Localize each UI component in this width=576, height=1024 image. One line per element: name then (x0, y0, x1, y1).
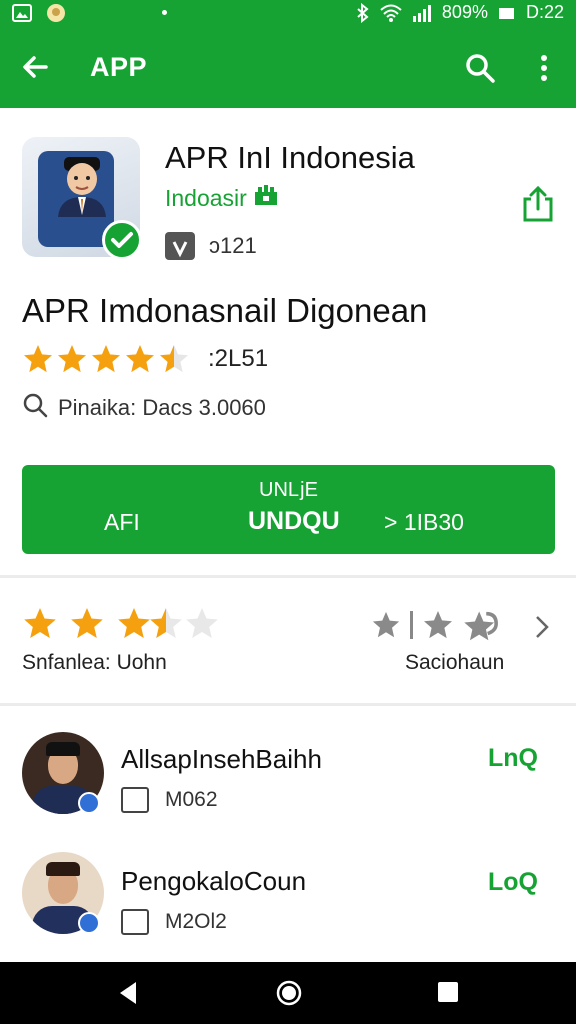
verified-check-icon (102, 220, 142, 260)
app-title: APR InI Indonesia (165, 140, 415, 175)
content-rating-row: ɔ121 (165, 232, 257, 260)
share-icon[interactable] (521, 185, 555, 223)
magnifier-icon (22, 392, 48, 424)
list-item-meta-value: M2Ol2 (165, 910, 227, 933)
status-bar: 809% D:22 (0, 0, 576, 26)
signal-icon (412, 4, 432, 22)
info-row: Pinaika: Dacs 3.0060 (22, 392, 266, 424)
install-top-label: UNǈE (259, 479, 318, 501)
list-item-action-button[interactable]: LoQ (488, 868, 554, 900)
list-item-meta: M2Ol2 (121, 909, 227, 935)
star-icon (118, 608, 150, 638)
half-star-icon (150, 608, 182, 638)
review-filter-group[interactable] (370, 608, 501, 642)
notification-dot (162, 10, 167, 15)
install-right-label: > 1IB30 (384, 509, 464, 535)
install-button[interactable]: UNǈE AFI UNDQU > 1IB30 (22, 465, 555, 554)
rating-stars (22, 343, 190, 375)
list-item-action-button[interactable]: LnQ (488, 744, 554, 776)
app-subtitle: APR Imdonasnail Digonean (22, 292, 428, 329)
grey-star-icon (424, 611, 452, 639)
more-vert-icon[interactable] (533, 52, 555, 84)
filter-separator (410, 611, 413, 639)
section-divider (0, 703, 576, 706)
search-icon[interactable] (464, 52, 496, 84)
install-main-label: UNDQU (248, 507, 340, 535)
content-rating-icon (165, 232, 195, 260)
rating-row: :2L51 (22, 343, 268, 375)
star-icon (126, 345, 154, 373)
chevron-right-icon[interactable] (532, 612, 552, 642)
battery-percent: 809% (441, 2, 488, 22)
list-item[interactable]: PengokaloCoun M2Ol2 LoQ (0, 850, 576, 960)
list-item-title: AllsapInsehBaihh (121, 744, 322, 774)
developer-row[interactable]: Indoasir (165, 184, 279, 212)
list-item-meta-value: M062 (165, 788, 218, 811)
developer-badge-icon (253, 184, 279, 212)
list-item-title: PengokaloCoun (121, 866, 307, 896)
gallery-icon (12, 4, 32, 22)
play-badge-icon (78, 792, 100, 814)
review-filter-label: Saciohaun (405, 651, 505, 674)
person-illustration (58, 157, 106, 217)
star-icon (58, 345, 86, 373)
star-icon (24, 608, 56, 638)
install-left-label: AFI (104, 509, 140, 535)
info-text: Pinaika: Dacs 3.0060 (58, 395, 266, 420)
star-badge-icon (464, 611, 498, 641)
content-rating-value: ɔ121 (209, 233, 257, 258)
rating-count: :2L51 (208, 345, 269, 372)
nav-back-icon[interactable] (116, 980, 140, 1006)
play-badge-icon (78, 912, 100, 934)
list-item-meta: M062 (121, 787, 218, 813)
rating-box-icon (121, 909, 149, 935)
nav-recents-icon[interactable] (437, 981, 459, 1003)
half-star-icon (160, 345, 188, 373)
bluetooth-icon (356, 2, 370, 23)
user-rating-label: Snfanlea: Uohn (22, 651, 167, 674)
star-icon (92, 345, 120, 373)
notification-avatar-icon (46, 3, 66, 23)
app-bar: APP (0, 26, 576, 108)
nav-home-icon[interactable] (276, 980, 302, 1006)
grey-star-icon (372, 611, 400, 638)
user-rating-stars[interactable] (22, 606, 222, 647)
section-divider (0, 575, 576, 578)
star-icon (71, 608, 103, 638)
star-icon (24, 345, 52, 373)
empty-star-icon (186, 608, 218, 638)
system-nav-bar (0, 962, 576, 1024)
back-arrow-icon[interactable] (20, 52, 50, 82)
list-item[interactable]: AllsapInsehBaihh M062 LnQ (0, 730, 576, 840)
clock: D:22 (525, 2, 564, 22)
wifi-icon (380, 4, 402, 22)
developer-name[interactable]: Indoasir (165, 185, 247, 212)
app-bar-title: APP (90, 52, 148, 82)
rating-box-icon (121, 787, 149, 813)
battery-icon (498, 6, 516, 20)
